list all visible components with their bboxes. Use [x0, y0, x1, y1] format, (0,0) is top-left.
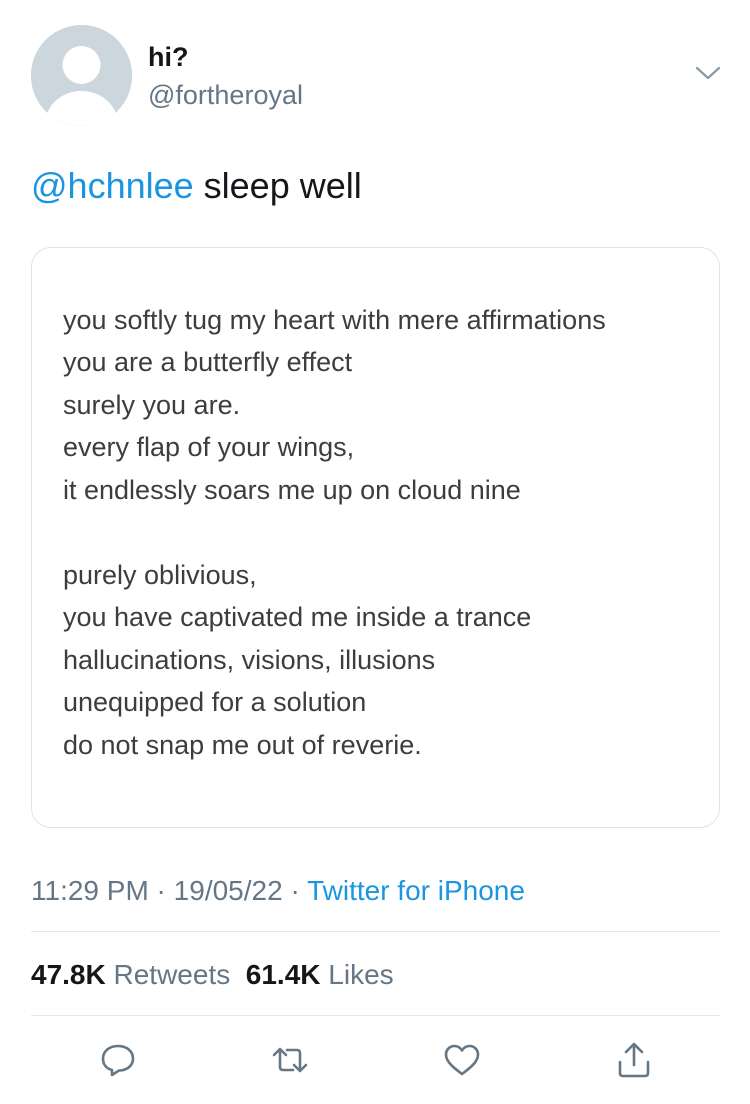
- heart-icon: [444, 1044, 480, 1076]
- retweet-button[interactable]: [270, 1040, 310, 1080]
- avatar[interactable]: [31, 25, 132, 126]
- poem-line: do not snap me out of reverie.: [63, 730, 422, 760]
- mention-link[interactable]: @hchnlee: [31, 165, 194, 206]
- tweet-text: @hchnlee sleep well: [31, 164, 362, 208]
- share-icon: [618, 1042, 650, 1078]
- poem-line: hallucinations, visions, illusions: [63, 645, 436, 675]
- source-link[interactable]: Twitter for iPhone: [307, 875, 525, 906]
- likes-stat[interactable]: 61.4K Likes: [246, 959, 394, 990]
- poem-line: it endlessly soars me up on cloud nine: [63, 475, 521, 505]
- poem-line: you softly tug my heart with mere affirm…: [63, 305, 606, 335]
- poem-line: surely you are.: [63, 390, 241, 420]
- user-handle[interactable]: @fortheroyal: [148, 80, 303, 110]
- poem-line: every flap of your wings,: [63, 432, 355, 462]
- poem-line: you have captivated me inside a trance: [63, 602, 532, 632]
- meta-separator: ·: [282, 875, 308, 906]
- tweet-meta: 11:29 PM · 19/05/22 · Twitter for iPhone: [31, 873, 525, 909]
- display-name[interactable]: hi?: [148, 42, 189, 72]
- chevron-down-icon[interactable]: [694, 62, 722, 84]
- reply-icon: [101, 1044, 135, 1077]
- divider: [31, 931, 720, 932]
- poem-line: purely oblivious,: [63, 560, 257, 590]
- retweet-icon: [272, 1047, 308, 1073]
- like-button[interactable]: [442, 1040, 482, 1080]
- default-profile-avatar-icon: [31, 25, 132, 126]
- tweet-body: sleep well: [193, 165, 362, 206]
- share-button[interactable]: [614, 1040, 654, 1080]
- poem-line: you are a butterfly effect: [63, 347, 353, 377]
- poem-line: unequipped for a solution: [63, 687, 367, 717]
- tweet-time[interactable]: 11:29 PM: [31, 875, 149, 906]
- retweets-stat[interactable]: 47.8K Retweets: [31, 959, 230, 990]
- divider: [31, 1015, 720, 1016]
- reply-button[interactable]: [98, 1040, 138, 1080]
- likes-label: Likes: [328, 959, 394, 990]
- meta-separator: ·: [148, 875, 174, 906]
- retweets-count: 47.8K: [31, 959, 106, 990]
- likes-count: 61.4K: [245, 959, 321, 990]
- tweet-date[interactable]: 19/05/22: [174, 875, 283, 906]
- retweets-label: Retweets: [113, 959, 231, 990]
- tweet-stats: 47.8K Retweets 61.4K Likes: [31, 957, 394, 993]
